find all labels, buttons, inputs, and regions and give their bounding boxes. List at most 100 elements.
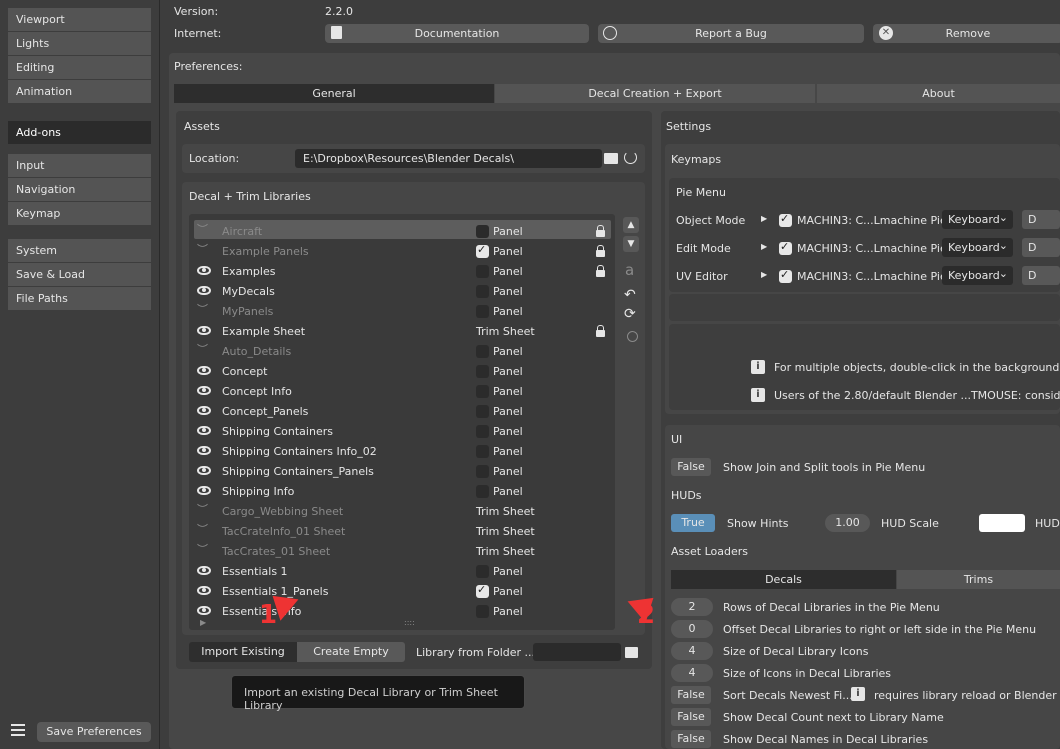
keymap-device-dropdown[interactable]: Keyboard ⌄	[942, 266, 1013, 285]
reload-icon[interactable]: ⟳	[624, 306, 636, 322]
location-field[interactable]: E:\Dropbox\Resources\Blender Decals\	[295, 149, 602, 168]
hidden-eye-icon[interactable]: ︶	[197, 221, 208, 237]
nav-system[interactable]: System	[8, 239, 151, 263]
panel-checkbox[interactable]	[476, 465, 489, 478]
folder-icon[interactable]	[604, 153, 618, 164]
panel-checkbox[interactable]	[476, 305, 489, 318]
eye-icon[interactable]	[197, 326, 211, 335]
nav-navigation[interactable]: Navigation	[8, 178, 151, 202]
tab-about[interactable]: About	[817, 84, 1060, 103]
lock-icon[interactable]	[596, 225, 605, 237]
library-row[interactable]: Concept Info Panel	[194, 383, 611, 401]
eye-icon[interactable]	[197, 606, 211, 615]
keymap-enabled-checkbox[interactable]	[779, 212, 792, 227]
show-count-toggle[interactable]: False	[671, 708, 711, 726]
move-down-icon[interactable]: ▼	[623, 236, 639, 252]
hud-color-swatch[interactable]	[979, 514, 1025, 532]
lock-icon[interactable]	[596, 245, 605, 257]
nav-lights[interactable]: Lights	[8, 32, 151, 56]
sort-decals-toggle[interactable]: False	[671, 686, 711, 704]
documentation-button[interactable]: Documentation	[325, 24, 589, 43]
keymap-key-field[interactable]: D	[1022, 266, 1060, 285]
eye-icon[interactable]	[197, 466, 211, 475]
hidden-eye-icon[interactable]: ︶	[197, 501, 208, 517]
expand-arrow-icon[interactable]: ▶	[761, 242, 767, 251]
keymap-enabled-checkbox[interactable]	[779, 240, 792, 255]
library-row[interactable]: ︶ Aircraft Panel	[194, 223, 611, 241]
show-hints-toggle[interactable]: True	[671, 514, 715, 532]
hidden-eye-icon[interactable]: ︶	[197, 341, 208, 357]
join-split-toggle[interactable]: False	[671, 458, 711, 476]
panel-checkbox[interactable]	[476, 345, 489, 358]
nav-keymap[interactable]: Keymap	[8, 202, 151, 226]
hidden-eye-icon[interactable]: ︶	[197, 521, 208, 537]
show-names-toggle[interactable]: False	[671, 730, 711, 748]
panel-checkbox[interactable]	[476, 225, 489, 238]
library-row[interactable]: Examples Panel	[194, 263, 611, 281]
loader-value-field[interactable]: 4	[671, 664, 713, 682]
tab-decal-creation-export[interactable]: Decal Creation + Export	[495, 84, 815, 103]
expand-arrow-icon[interactable]: ▶	[761, 270, 767, 279]
library-row[interactable]: Essentials Info Panel	[194, 603, 611, 621]
hidden-eye-icon[interactable]: ︶	[197, 541, 208, 557]
library-row[interactable]: ︶ TacCrates_01 Sheet Trim Sheet	[194, 543, 611, 561]
panel-checkbox[interactable]	[476, 265, 489, 278]
create-empty-button[interactable]: Create Empty	[297, 642, 405, 662]
library-row[interactable]: Shipping Containers Panel	[194, 423, 611, 441]
report-bug-button[interactable]: Report a Bug	[598, 24, 864, 43]
import-existing-button[interactable]: Import Existing	[189, 642, 297, 662]
undo-icon[interactable]: ↶	[624, 287, 636, 303]
save-preferences-button[interactable]: Save Preferences	[37, 722, 151, 742]
eye-icon[interactable]	[197, 446, 211, 455]
expand-arrow-icon[interactable]: ▶	[761, 214, 767, 223]
tab-general[interactable]: General	[174, 84, 494, 103]
hidden-eye-icon[interactable]: ︶	[197, 301, 208, 317]
panel-checkbox[interactable]	[476, 385, 489, 398]
resize-handle-icon[interactable]: ::::	[404, 618, 415, 627]
panel-checkbox[interactable]	[476, 405, 489, 418]
remove-button[interactable]: ✕ Remove	[873, 24, 1060, 43]
lock-icon[interactable]	[596, 325, 605, 337]
library-row[interactable]: ︶ Auto_Details Panel	[194, 343, 611, 361]
library-row[interactable]: ︶ Example Panels Panel	[194, 243, 611, 261]
library-row[interactable]: MyDecals Panel	[194, 283, 611, 301]
eye-icon[interactable]	[197, 406, 211, 415]
panel-checkbox[interactable]	[476, 285, 489, 298]
nav-viewport[interactable]: Viewport	[8, 8, 151, 32]
tab-decals[interactable]: Decals	[671, 570, 896, 589]
rename-icon[interactable]: a	[625, 261, 634, 279]
reset-icon[interactable]	[624, 151, 637, 164]
keymap-device-dropdown[interactable]: Keyboard ⌄	[942, 238, 1013, 257]
library-from-folder-field[interactable]	[533, 643, 621, 661]
panel-checkbox[interactable]	[476, 365, 489, 378]
library-row[interactable]: ︶ MyPanels Panel	[194, 303, 611, 321]
nav-file-paths[interactable]: File Paths	[8, 287, 151, 311]
folder-browse-icon[interactable]	[625, 647, 638, 658]
library-row[interactable]: ︶ TacCrateInfo_01 Sheet Trim Sheet	[194, 523, 611, 541]
move-up-icon[interactable]: ▲	[623, 217, 639, 233]
tab-trims[interactable]: Trims	[897, 570, 1060, 589]
hud-scale-field[interactable]: 1.00	[825, 514, 870, 532]
panel-checkbox[interactable]	[476, 425, 489, 438]
eye-icon[interactable]	[197, 566, 211, 575]
nav-animation[interactable]: Animation	[8, 80, 151, 104]
library-row[interactable]: Shipping Containers Info_02 Panel	[194, 443, 611, 461]
panel-checkbox[interactable]	[476, 243, 489, 258]
panel-checkbox[interactable]	[476, 445, 489, 458]
eye-icon[interactable]	[197, 586, 211, 595]
eye-icon[interactable]	[197, 486, 211, 495]
library-row[interactable]: Essentials 1 Panel	[194, 563, 611, 581]
panel-checkbox[interactable]	[476, 583, 489, 598]
library-row[interactable]: Example Sheet Trim Sheet	[194, 323, 611, 341]
panel-checkbox[interactable]	[476, 485, 489, 498]
keymap-device-dropdown[interactable]: Keyboard ⌄	[942, 210, 1013, 229]
hidden-eye-icon[interactable]: ︶	[197, 241, 208, 257]
lock-icon[interactable]	[596, 265, 605, 277]
library-row[interactable]: ︶ Cargo_Webbing Sheet Trim Sheet	[194, 503, 611, 521]
keymap-key-field[interactable]: D	[1022, 210, 1060, 229]
remove-library-icon[interactable]	[627, 331, 638, 342]
nav-addons[interactable]: Add-ons	[8, 121, 151, 145]
library-row[interactable]: Essentials 1_PanelsPanel	[194, 583, 611, 601]
eye-icon[interactable]	[197, 286, 211, 295]
loader-value-field[interactable]: 0	[671, 620, 713, 638]
